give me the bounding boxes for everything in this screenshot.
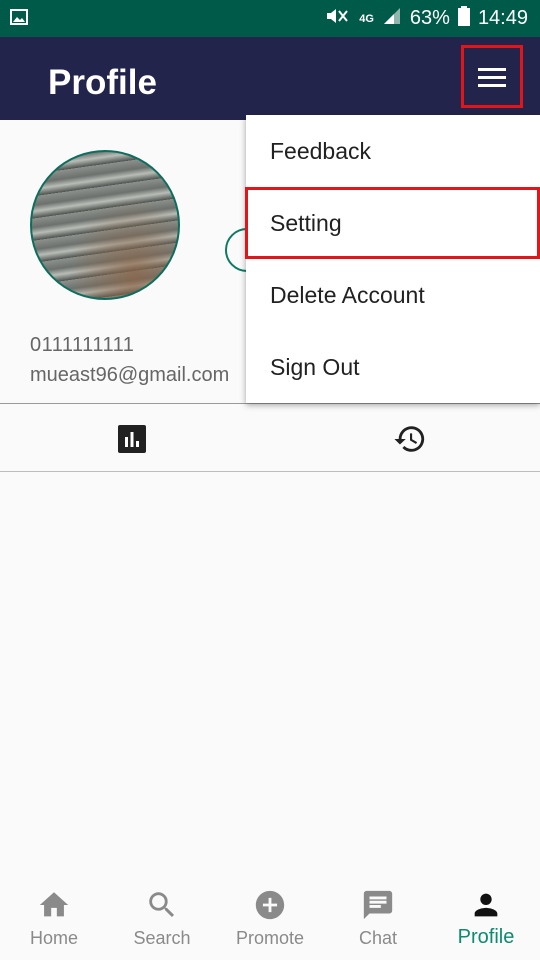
nav-label: Profile [457,926,515,948]
hamburger-menu-icon [478,67,506,87]
nav-item-search[interactable]: Search [108,880,216,960]
nav-label: Home [29,928,78,948]
tab-history[interactable] [393,422,427,456]
person-icon [474,893,498,917]
add-circle-icon [255,890,285,920]
phone-number: 0111111111 [30,334,135,356]
profile-tabs [0,403,540,472]
clock: 14:49 [477,7,528,29]
search-icon [149,892,175,918]
menu-button[interactable] [461,45,523,108]
nav-item-home[interactable]: Home [0,880,108,960]
chat-icon [363,890,393,920]
home-icon [39,892,69,917]
image-notification-icon [10,8,28,31]
nav-item-profile[interactable]: Profile [432,880,540,960]
overflow-menu: Feedback Setting Delete Account Sign Out [245,115,540,403]
email-address: mueast96@gmail.com [30,364,230,386]
menu-item-label: Sign Out [270,353,360,380]
nav-label: Search [133,928,191,948]
battery-icon [457,5,470,32]
app-bar: Profile [0,37,540,120]
menu-item-feedback[interactable]: Feedback [246,115,540,187]
avatar[interactable] [30,150,180,300]
nav-label: Promote [235,928,305,948]
nav-item-promote[interactable]: Promote [216,880,324,960]
network-type: 4G [359,12,374,25]
history-icon [394,426,425,452]
menu-item-delete-account[interactable]: Delete Account [246,259,540,331]
menu-item-label: Delete Account [270,281,425,308]
nav-label: Chat [358,928,398,948]
mute-icon [325,6,351,32]
menu-item-setting[interactable]: Setting [245,187,540,259]
bar-chart-icon [118,425,146,453]
battery-percent: 63% [409,7,450,29]
menu-item-label: Feedback [270,137,372,164]
nav-item-chat[interactable]: Chat [324,880,432,960]
page-title: Profile [48,63,157,102]
tab-stats[interactable] [117,424,147,454]
menu-item-sign-out[interactable]: Sign Out [246,331,540,403]
signal-icon [382,6,402,32]
menu-item-label: Setting [270,209,342,236]
status-bar: 4G 63% 14:49 [0,0,540,37]
bottom-navigation: Home Search Promote Chat Profile [0,880,540,960]
